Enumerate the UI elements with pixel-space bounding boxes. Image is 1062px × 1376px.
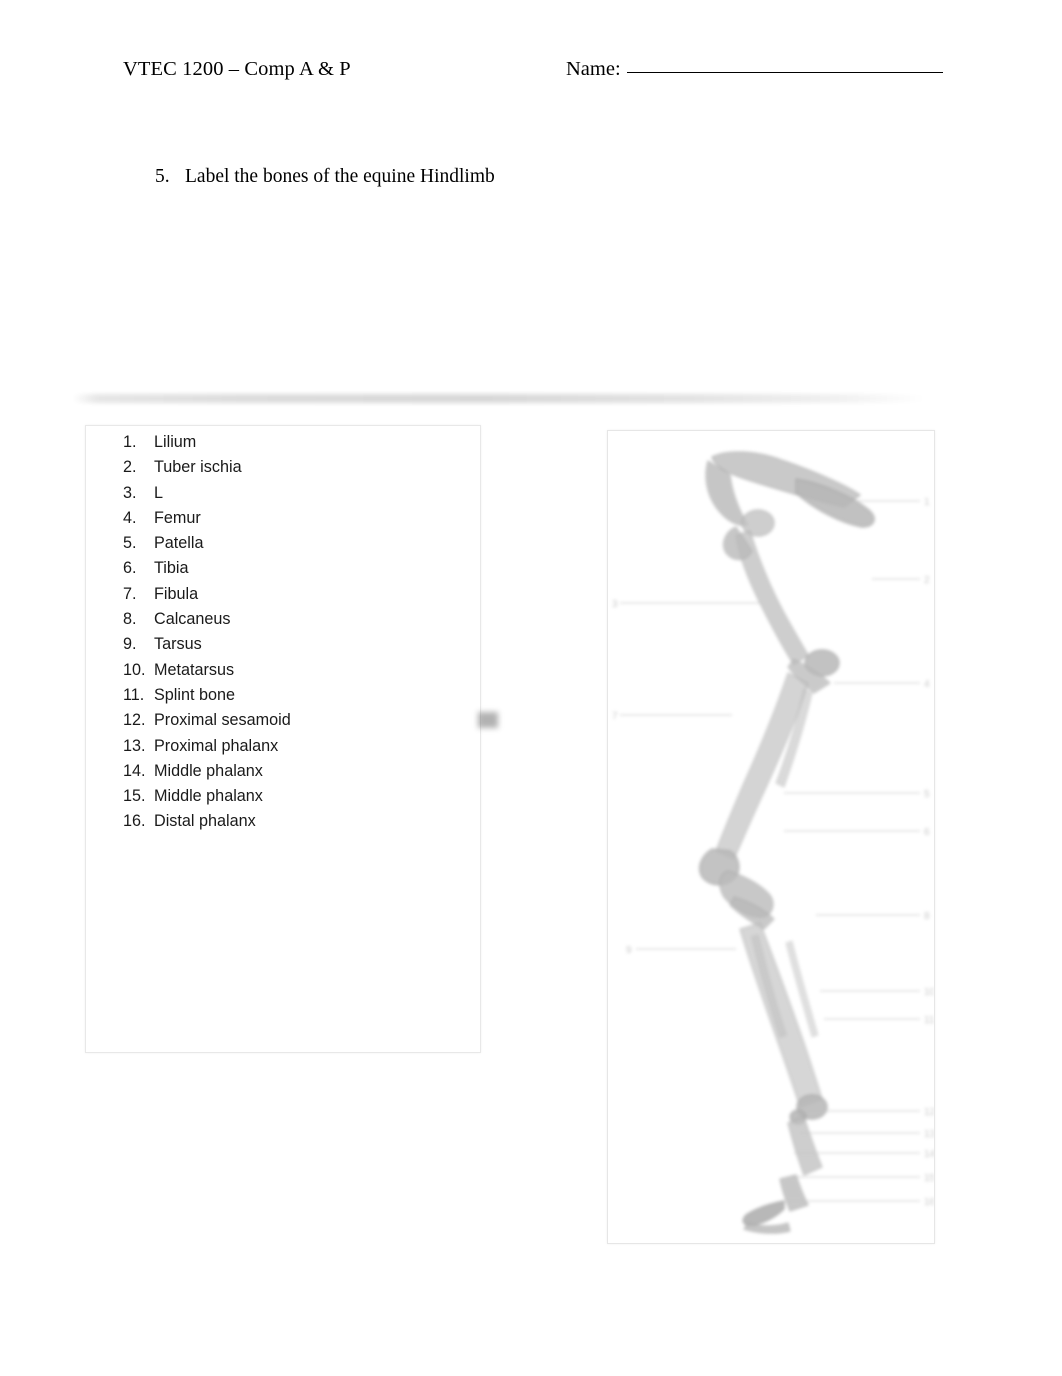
answer-key-list: 1. Lilium 2. Tuber ischia 3. L 4. Femur 5. Patell… <box>123 433 453 838</box>
svg-text:11: 11 <box>924 1015 934 1026</box>
question-number: 5. <box>155 166 170 187</box>
answer-item-number: 5. <box>123 534 137 553</box>
answer-item-label: Metatarsus <box>154 660 235 679</box>
answer-item-number: 13. <box>123 736 146 755</box>
question-5: 5. Label the bones of the equine Hindlim… <box>155 166 495 188</box>
answer-item-number: 8. <box>123 610 137 629</box>
answer-item-label: Lilium <box>154 433 197 451</box>
answer-item-label: Proximal sesamoid <box>154 711 291 730</box>
answer-list-item: 10. Metatarsus <box>123 661 453 686</box>
svg-text:6: 6 <box>924 827 930 838</box>
answer-list-item: 7. Fibula <box>123 585 453 610</box>
answer-item-number: 14. <box>123 761 146 780</box>
answer-item-number: 15. <box>123 787 146 806</box>
svg-text:8: 8 <box>924 911 930 922</box>
answer-item-number: 7. <box>123 584 137 603</box>
document-page: VTEC 1200 – Comp A & P Name: 5. Label th… <box>0 0 1062 1376</box>
answer-item-label: Patella <box>154 534 204 553</box>
answer-item-label: Splint bone <box>154 685 236 704</box>
svg-text:4: 4 <box>924 679 930 690</box>
svg-text:14: 14 <box>924 1149 934 1160</box>
answer-item-label: Proximal phalanx <box>154 736 279 755</box>
name-write-in-line[interactable] <box>626 72 943 73</box>
hindlimb-figure-panel: 1 2 4 5 6 8 10 11 12 13 14 15 16 3 7 9 <box>607 430 935 1244</box>
svg-text:1: 1 <box>924 497 930 508</box>
answer-list-item: 8. Calcaneus <box>123 610 453 635</box>
faded-mark <box>478 712 498 728</box>
answer-list-item: 3. L <box>123 484 453 509</box>
answer-item-number: 2. <box>123 458 137 477</box>
answer-list-item: 11. Splint bone <box>123 686 453 711</box>
answer-item-label: Middle phalanx <box>154 761 263 780</box>
answer-item-number: 3. <box>123 483 137 502</box>
answer-item-label: L <box>154 483 164 502</box>
answer-list-item: 1. Lilium <box>123 433 453 458</box>
answer-list-item: 2. Tuber ischia <box>123 458 453 483</box>
answer-list-item: 16. Distal phalanx <box>123 812 453 837</box>
svg-text:10: 10 <box>924 987 934 998</box>
svg-text:16: 16 <box>924 1197 934 1208</box>
answer-item-number: 9. <box>123 635 137 654</box>
answer-item-label: Fibula <box>154 584 199 603</box>
answer-item-number: 6. <box>123 559 137 578</box>
answer-item-label: Calcaneus <box>154 610 231 629</box>
answer-list-item: 12. Proximal sesamoid <box>123 711 453 736</box>
svg-text:5: 5 <box>924 789 930 800</box>
answer-item-number: 10. <box>123 660 146 679</box>
answer-key-panel: 1. Lilium 2. Tuber ischia 3. L 4. Femur 5. Patell… <box>85 425 481 1053</box>
faded-header-strip <box>72 394 930 403</box>
answer-item-number: 1. <box>123 433 137 451</box>
answer-item-number: 12. <box>123 711 146 730</box>
svg-text:7: 7 <box>612 711 618 722</box>
answer-item-number: 11. <box>123 685 145 704</box>
svg-text:3: 3 <box>612 599 618 610</box>
answer-list-item: 13. Proximal phalanx <box>123 737 453 762</box>
course-title: VTEC 1200 – Comp A & P <box>123 58 351 80</box>
answer-list-item: 15. Middle phalanx <box>123 787 453 812</box>
question-text: Label the bones of the equine Hindlimb <box>185 166 495 187</box>
svg-text:15: 15 <box>924 1173 934 1184</box>
answer-list-item: 6. Tibia <box>123 559 453 584</box>
answer-item-number: 16. <box>123 812 146 831</box>
svg-text:12: 12 <box>924 1107 934 1118</box>
svg-text:13: 13 <box>924 1129 934 1140</box>
answer-item-label: Distal phalanx <box>154 812 256 831</box>
answer-list-item: 9. Tarsus <box>123 635 453 660</box>
answer-item-label: Femur <box>154 508 201 527</box>
answer-list-item: 14. Middle phalanx <box>123 762 453 787</box>
answer-item-number: 4. <box>123 508 137 527</box>
svg-text:9: 9 <box>626 945 632 956</box>
answer-list-item: 5. Patella <box>123 534 453 559</box>
answer-item-label: Tuber ischia <box>154 458 242 477</box>
svg-text:2: 2 <box>924 575 930 586</box>
page-header: VTEC 1200 – Comp A & P Name: <box>0 58 1062 92</box>
equine-hindlimb-diagram-icon: 1 2 4 5 6 8 10 11 12 13 14 15 16 3 7 9 <box>612 451 934 1234</box>
answer-list-item: 4. Femur <box>123 509 453 534</box>
answer-item-label: Tarsus <box>154 635 202 654</box>
answer-item-label: Tibia <box>154 559 189 578</box>
name-label: Name: <box>566 58 621 80</box>
name-field-block: Name: <box>566 58 943 81</box>
answer-item-label: Middle phalanx <box>154 787 263 806</box>
